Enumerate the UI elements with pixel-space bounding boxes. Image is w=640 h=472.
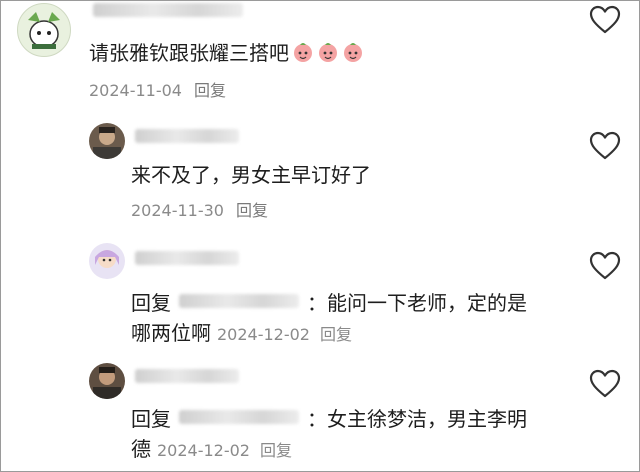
comment-date: 2024-12-02 — [217, 325, 310, 344]
sticker-icon — [314, 41, 339, 65]
username-redacted — [135, 129, 239, 143]
comment-text-line2: 德 2024-12-02 回复 — [131, 437, 292, 461]
reply-button[interactable]: 回复 — [194, 81, 226, 100]
comment-meta: 2024-11-30 回复 — [131, 197, 268, 221]
comment-text-line2: 哪两位啊 2024-12-02 回复 — [131, 321, 352, 345]
comment-text: 回复 ：能问一下老师，定的是 — [131, 291, 527, 315]
avatar[interactable] — [17, 3, 71, 57]
comment-date: 2024-11-30 — [131, 201, 224, 220]
comment-meta: 2024-11-04 回复 — [89, 77, 226, 101]
mentioned-username-redacted — [179, 294, 299, 308]
avatar[interactable] — [89, 243, 125, 279]
reply-prefix: 回复 — [131, 291, 171, 315]
comment-thread: 请张雅钦跟张耀三搭吧 2024-11-04 回复 来不及了，男女主早订好了 202… — [0, 0, 640, 472]
like-heart-icon[interactable] — [589, 5, 621, 35]
like-heart-icon[interactable] — [589, 131, 621, 161]
comment-text: 来不及了，男女主早订好了 — [131, 163, 371, 187]
comment-date: 2024-11-04 — [89, 81, 182, 100]
comment-text: 请张雅钦跟张耀三搭吧 — [89, 37, 364, 66]
like-heart-icon[interactable] — [589, 251, 621, 281]
avatar[interactable] — [89, 363, 125, 399]
reply-button[interactable]: 回复 — [236, 201, 268, 220]
comment-date: 2024-12-02 — [157, 441, 250, 460]
mentioned-username-redacted — [179, 410, 299, 424]
username-redacted — [93, 3, 243, 17]
like-heart-icon[interactable] — [589, 369, 621, 399]
comment-text: 回复 ：女主徐梦洁，男主李明 — [131, 407, 527, 431]
reply-button[interactable]: 回复 — [260, 441, 292, 460]
reply-button[interactable]: 回复 — [320, 325, 352, 344]
username-redacted — [135, 251, 239, 265]
sticker-icon — [289, 41, 314, 65]
sticker-icon — [339, 41, 364, 65]
username-redacted — [135, 369, 239, 383]
reply-prefix: 回复 — [131, 407, 171, 431]
avatar[interactable] — [89, 123, 125, 159]
